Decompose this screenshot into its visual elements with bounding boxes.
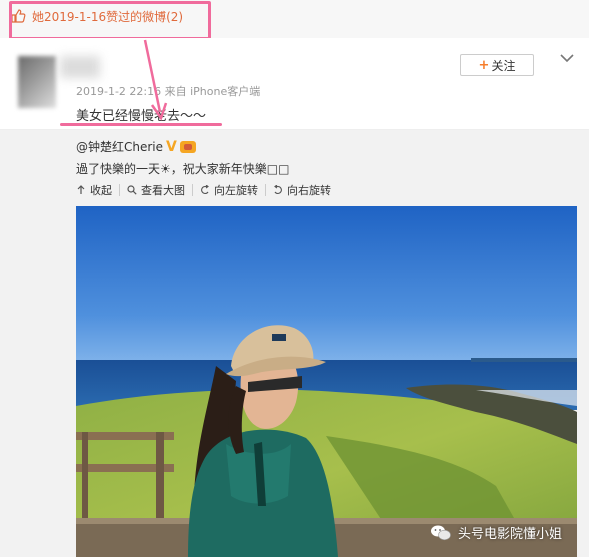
- view-large-label: 查看大图: [141, 184, 185, 197]
- highlight-box: [9, 1, 211, 40]
- rotate-right-icon: [274, 185, 282, 195]
- rotate-right-label: 向右旋转: [287, 184, 331, 197]
- chevron-down-icon[interactable]: [560, 53, 574, 63]
- collapse-icon: [77, 185, 85, 194]
- post-card: + 关注 2019-1-2 22:16 来自 iPhone客户端 美女已经慢慢老…: [0, 38, 589, 130]
- post-text: 美女已经慢慢老去～～: [76, 109, 207, 124]
- divider: [119, 184, 120, 196]
- rotate-left-label: 向左旋转: [214, 184, 258, 197]
- avatar[interactable]: [18, 56, 56, 108]
- follow-button[interactable]: + 关注: [460, 54, 534, 76]
- image-toolbar: 收起 查看大图 向左旋转 向右旋转: [76, 182, 331, 198]
- rotate-left-button[interactable]: 向左旋转: [200, 182, 258, 198]
- divider: [192, 184, 193, 196]
- collapse-label: 收起: [90, 184, 112, 197]
- collapse-button[interactable]: 收起: [76, 182, 112, 198]
- highlight-underline: [60, 123, 222, 126]
- repost-area: @钟楚红Cherie V 過了快樂的一天☀，祝大家新年快樂□□ 收起 查看大图 …: [0, 130, 589, 557]
- blurred-username: [60, 56, 100, 78]
- rotate-left-icon: [201, 185, 209, 195]
- watermark: 头号电影院懂小姐: [430, 523, 562, 542]
- original-author-row: @钟楚红Cherie V: [76, 138, 196, 155]
- watermark-text: 头号电影院懂小姐: [458, 527, 563, 542]
- post-meta: 2019-1-2 22:16 来自 iPhone客户端: [76, 85, 261, 98]
- original-author-link[interactable]: @钟楚红Cherie: [76, 138, 163, 155]
- verified-v-icon: V: [166, 138, 177, 155]
- member-badge-icon: [179, 140, 196, 153]
- plus-icon: +: [478, 57, 490, 73]
- divider: [265, 184, 266, 196]
- zoom-icon: [127, 185, 137, 195]
- rotate-right-button[interactable]: 向右旋转: [273, 182, 331, 198]
- view-large-button[interactable]: 查看大图: [127, 182, 185, 198]
- post-photo[interactable]: [76, 206, 577, 557]
- wechat-icon: [431, 525, 451, 540]
- follow-label: 关注: [491, 58, 516, 73]
- original-text: 過了快樂的一天☀，祝大家新年快樂□□: [76, 162, 290, 176]
